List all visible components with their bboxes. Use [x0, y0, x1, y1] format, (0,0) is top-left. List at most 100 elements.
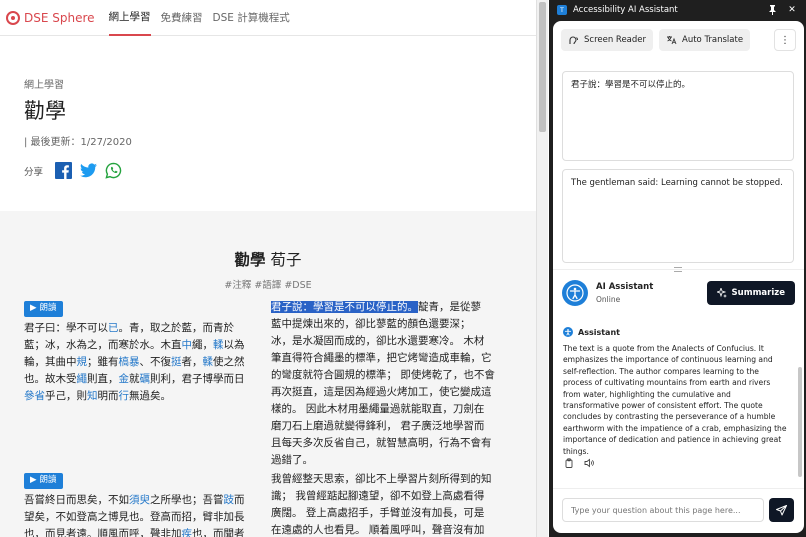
annotated-word[interactable]: 輮 [213, 339, 224, 351]
article-header: 網上學習 勸學 | 最後更新：1/27/2020 分享 [0, 36, 536, 236]
translation-line: 筆直得符合繩墨的標準，把它烤彎造成車輪，它 [271, 352, 492, 364]
annotated-word[interactable]: 疾 [182, 528, 193, 537]
translation-line: 識； 我曾經踮起腳遠望，卻不如登上高處看得 [271, 490, 485, 502]
screen-reader-button[interactable]: Screen Reader [561, 29, 654, 51]
annotated-word[interactable]: 規 [77, 356, 88, 368]
text-line: 也，而見者遠。順風而呼，聲非加疾也，而聞者 [24, 526, 256, 537]
message-header: Assistant [563, 327, 620, 337]
annotated-word[interactable]: 參省 [24, 390, 45, 402]
facebook-icon[interactable] [55, 162, 73, 179]
text-segment: 藍；冰，水為之，而寒於水。木直 [24, 338, 182, 351]
article-title-author: 荀子 [270, 251, 302, 269]
text-line: 輪，其曲中規；雖有槁暴、不復挺者，輮使之然 [24, 354, 256, 371]
translation-line: 冰，是水凝固而成的，卻比水還要寒冷。 木材 [271, 335, 485, 347]
twitter-icon[interactable] [80, 162, 98, 179]
text-line: 藍；冰，水為之，而寒於水。木直中繩，輮以為 [24, 337, 256, 354]
text-segment: 無過矣。 [129, 389, 171, 402]
assistant-side-panel: T Accessibility AI Assistant ✕ Screen Re… [549, 0, 806, 537]
text-segment: 使之然 [213, 355, 245, 368]
translation-text-box[interactable]: The gentleman said: Learning cannot be s… [562, 169, 794, 263]
nav-calculator-program[interactable]: DSE 計算機程式 [213, 0, 290, 36]
panel-scrollbar[interactable] [798, 337, 802, 487]
text-segment: 望矣，不如登高之博見也。登高而招，臂非加長 [24, 510, 245, 523]
last-updated: | 最後更新：1/27/2020 [24, 137, 132, 148]
read-aloud-label: 朗讀 [39, 475, 57, 485]
annotated-word[interactable]: 繩 [77, 373, 88, 385]
classical-text: 君子曰：學不可以已。青，取之於藍，而青於 藍；冰，水為之，而寒於水。木直中繩，輮以… [24, 320, 256, 405]
speaker-icon[interactable] [584, 458, 594, 468]
assistant-card: Screen Reader Auto Translate ⋮ 君子說：學習是不可… [553, 21, 804, 533]
pin-icon[interactable] [766, 4, 778, 16]
annotated-word[interactable]: 金 [119, 373, 130, 385]
text-segment: 而 [234, 493, 245, 506]
text-segment: 者， [181, 355, 203, 368]
annotated-word[interactable]: 跂 [224, 494, 235, 506]
auto-translate-button[interactable]: Auto Translate [659, 29, 751, 51]
annotated-word[interactable]: 輮 [203, 356, 214, 368]
nav-online-learning[interactable]: 網上學習 [108, 0, 151, 36]
read-aloud-button[interactable]: ▶ 朗讀 [24, 300, 63, 317]
assistant-message: The text is a quote from the Analects of… [563, 344, 787, 456]
send-button[interactable] [769, 498, 794, 522]
site-logo[interactable]: DSE Sphere [6, 10, 95, 25]
whatsapp-icon[interactable] [105, 162, 122, 179]
resize-handle-icon[interactable] [674, 267, 682, 272]
original-paragraph-1: ▶ 朗讀 君子曰：學不可以已。青，取之於藍，而青於 藍；冰，水為之，而寒於水。木直… [24, 299, 256, 405]
translation-line: 過錯了。 [271, 454, 313, 466]
message-actions [564, 458, 594, 468]
selected-text[interactable]: 君子說：學習是不可以停止的。 [271, 301, 418, 313]
annotated-word[interactable]: 礪 [140, 373, 151, 385]
ai-name: AI Assistant [596, 282, 654, 292]
annotated-word[interactable]: 中 [182, 339, 193, 351]
translation-line: 樣的。 因此木材用墨繩量過就能取直，刀劍在 [271, 403, 485, 415]
nav-free-practice[interactable]: 免費練習 [161, 0, 203, 36]
text-line: 參省乎己，則知明而行無過矣。 [24, 388, 256, 405]
article-tags: #注釋 #語譯 #DSE [224, 280, 312, 291]
text-line: 君子曰：學不可以已。青，取之於藍，而青於 [24, 320, 256, 337]
more-options-icon[interactable]: ⋮ [774, 29, 796, 51]
source-text-box[interactable]: 君子說：學習是不可以停止的。 [562, 71, 794, 161]
panel-titlebar: T Accessibility AI Assistant ✕ [549, 0, 806, 20]
breadcrumb-category[interactable]: 網上學習 [24, 76, 512, 91]
annotated-word[interactable]: 槁暴 [119, 356, 140, 368]
read-aloud-label: 朗讀 [39, 303, 57, 313]
annotated-word[interactable]: 挺 [171, 356, 182, 368]
text-segment: ；雖有 [87, 355, 119, 368]
top-navigation: DSE Sphere 網上學習 免費練習 DSE 計算機程式 [0, 0, 536, 36]
translation-line: 在遠處的人也看見。 順着風呼叫，聲音沒有加 [271, 524, 485, 536]
play-icon: ▶ [30, 303, 37, 313]
text-line: 吾嘗終日而思矣，不如須臾之所學也；吾嘗跂而 [24, 492, 256, 509]
question-input[interactable] [571, 505, 755, 515]
text-segment: 也。故木受 [24, 372, 77, 385]
annotated-word[interactable]: 知 [87, 390, 98, 402]
text-segment: 就 [129, 372, 140, 385]
translation-line: 我曾經整天思索，卻比不上學習片刻所得到的知 [271, 473, 492, 485]
annotated-word[interactable]: 行 [119, 390, 130, 402]
text-segment: 之所學也；吾嘗 [150, 493, 224, 506]
article-title-main: 勸學 [234, 251, 266, 269]
text-segment: 吾嘗終日而思矣，不如 [24, 493, 129, 506]
translation-line: 磨刀石上磨過就變得鋒利， 君子廣泛地學習而 [271, 420, 485, 432]
translation-text: 我曾經整天思索，卻比不上學習片刻所得到的知 識； 我曾經踮起腳遠望，卻不如登上高處… [271, 471, 507, 537]
copy-icon[interactable] [564, 458, 574, 468]
translation-paragraph-2: 我曾經整天思索，卻比不上學習片刻所得到的知 識； 我曾經踮起腳遠望，卻不如登上高處… [271, 471, 507, 537]
summarize-label: Summarize [731, 288, 785, 298]
page-scrollbar[interactable] [536, 0, 548, 537]
close-icon[interactable]: ✕ [786, 4, 798, 16]
text-segment: 則利，君子博學而日 [150, 372, 245, 385]
text-segment: 輪，其曲中 [24, 355, 77, 368]
annotated-word[interactable]: 須臾 [129, 494, 150, 506]
article-content: 勸學 荀子 #注釋 #語譯 #DSE ▶ 朗讀 君子曰：學不可以已。青，取之於藍… [0, 211, 536, 537]
text-segment: 也，而見者遠。順風而呼，聲非加 [24, 527, 182, 537]
auto-translate-label: Auto Translate [682, 35, 744, 45]
summarize-button[interactable]: Summarize [706, 281, 795, 305]
annotated-word[interactable]: 已 [108, 322, 119, 334]
translation-line: 廣闊。 登上高處招手，手臂並沒有加長，可是 [271, 507, 485, 519]
scrollbar-thumb[interactable] [539, 2, 546, 132]
screen-reader-icon [569, 36, 578, 45]
article-title: 勸學 荀子 [0, 248, 536, 270]
read-aloud-button[interactable]: ▶ 朗讀 [24, 472, 63, 489]
play-icon: ▶ [30, 475, 37, 485]
panel-scrollbar-thumb[interactable] [798, 367, 802, 477]
translation-line: 的彎度就符合圓規的標準； 即使烤乾了，也不會 [271, 369, 495, 381]
